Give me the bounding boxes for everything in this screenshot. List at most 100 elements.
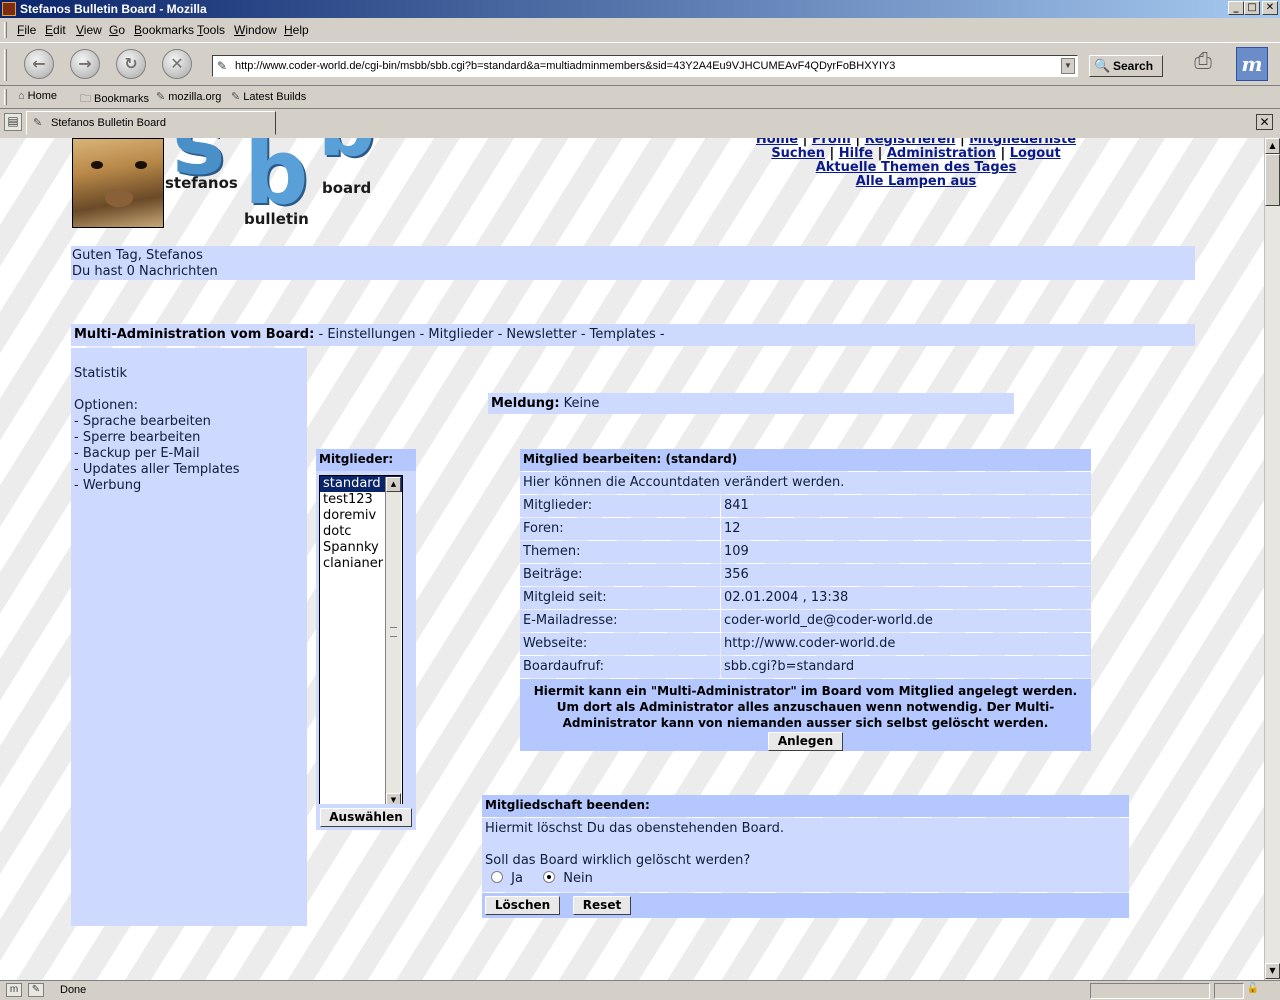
forward-button[interactable]: → [70, 49, 100, 79]
navigation-toolbar: ← → ↻ ✕ ✎ http://www.coder-world.de/cgi-… [0, 42, 1280, 86]
multi-admin-note: Hiermit kann ein "Multi-Administrator" i… [533, 684, 1078, 730]
minimize-button[interactable]: _ [1228, 1, 1244, 15]
new-tab-icon[interactable]: ▤ [4, 113, 22, 131]
end-membership-body: Hiermit löschst Du das obenstehenden Boa… [482, 818, 1129, 892]
menu-bookmarks[interactable]: Bookmarks [134, 23, 194, 37]
scroll-grip [390, 627, 397, 637]
url-bar[interactable]: ✎ http://www.coder-world.de/cgi-bin/msbb… [212, 55, 1078, 77]
bookmark-bookmarks[interactable]: 🗀 Bookmarks [80, 90, 149, 109]
menu-view[interactable]: View [76, 23, 102, 37]
sidebar-item-backup[interactable]: - Backup per E-Mail [74, 446, 304, 462]
nav-logout-link[interactable]: Logout [1010, 146, 1061, 161]
scroll-up-icon[interactable]: ▲ [1265, 138, 1280, 154]
stop-icon: ✕ [170, 54, 184, 73]
templates-link[interactable]: Templates [590, 327, 656, 342]
giraffe-eye [91, 161, 103, 169]
newsletter-link[interactable]: Newsletter [506, 327, 576, 342]
toolbar-grip[interactable] [4, 22, 7, 38]
mozilla-status-icon[interactable]: m [6, 983, 22, 997]
nav-lampen-aus-link[interactable]: Alle Lampen aus [856, 174, 977, 189]
end-membership-text: Hiermit löschst Du das obenstehenden Boa… [485, 821, 784, 836]
email-link[interactable]: coder-world_de@coder-world.de [724, 613, 933, 628]
row-value: 12 [721, 518, 1091, 540]
bookmark-bookmarks-label: Bookmarks [94, 93, 150, 105]
nav-aktuelle-themen-link[interactable]: Aktuelle Themen des Tages [816, 160, 1017, 175]
sidebar-optionen-heading: Optionen: [74, 398, 139, 413]
row-value: 841 [721, 495, 1091, 517]
menu-edit[interactable]: Edit [45, 23, 66, 37]
nav-suchen-link[interactable]: Suchen [771, 146, 825, 161]
sidebar-item-statistik[interactable]: Statistik [74, 366, 304, 382]
row-value-boardaufruf: sbb.cgi?b=standard [721, 656, 1091, 678]
boardaufruf-link[interactable]: sbb.cgi?b=standard [724, 659, 854, 674]
bookmark-latest-builds[interactable]: ✎ Latest Builds [231, 90, 306, 103]
anlegen-button[interactable]: Anlegen [768, 732, 843, 751]
close-tab-icon[interactable]: ✕ [1256, 114, 1273, 130]
table-row: Themen: 109 [520, 541, 1091, 563]
sidebar-item-sprache[interactable]: - Sprache bearbeiten [74, 414, 304, 430]
lock-icon[interactable]: 🔓 [1246, 983, 1260, 997]
url-history-dropdown-icon[interactable]: ▼ [1061, 58, 1075, 74]
loeschen-button[interactable]: Löschen [485, 896, 560, 915]
admin-sidebar: Statistik Optionen: - Sprache bearbeiten… [71, 348, 307, 926]
members-scrollbar[interactable]: ▲ ▼ [385, 477, 401, 809]
messages-count-text: Du hast 0 Nachrichten [72, 264, 218, 279]
scroll-thumb[interactable] [1265, 154, 1280, 206]
status-text: Done [60, 984, 87, 996]
nav-administration-link[interactable]: Administration [887, 146, 996, 161]
website-link[interactable]: http://www.coder-world.de [724, 636, 895, 651]
auswaehlen-button[interactable]: Auswählen [320, 808, 412, 827]
edit-member-header: Mitglied bearbeiten: (standard) [520, 449, 1091, 471]
scroll-up-icon[interactable]: ▲ [386, 477, 401, 492]
nav-separator: | [1000, 146, 1006, 161]
members-listbox[interactable]: standard test123 doremiv dotc Spannky cl… [319, 475, 403, 811]
scroll-down-icon[interactable]: ▼ [1265, 963, 1280, 979]
close-window-button[interactable]: ✕ [1262, 1, 1278, 15]
giraffe-eye [135, 161, 147, 169]
search-button-label: Search [1113, 59, 1154, 73]
row-value: 109 [721, 541, 1091, 563]
end-membership-panel: Mitgliedschaft beenden: Hiermit löschst … [482, 795, 1129, 918]
bookmark-home[interactable]: ⌂ Home [18, 90, 57, 102]
back-button[interactable]: ← [24, 49, 54, 79]
mitglieder-link[interactable]: Mitglieder [428, 327, 493, 342]
search-button[interactable]: 🔍 Search [1089, 55, 1163, 77]
row-label: Foren: [520, 518, 720, 540]
sidebar-item-sperre[interactable]: - Sperre bearbeiten [74, 430, 304, 446]
giraffe-nose [105, 189, 133, 207]
page-icon: ✎ [33, 117, 43, 129]
page-viewport: s b b stefanos board bulletin Home | Pro… [0, 138, 1264, 980]
menu-help[interactable]: Help [284, 23, 309, 37]
composer-icon[interactable]: ✎ [28, 983, 44, 997]
table-row: Mitglieder: 841 [520, 495, 1091, 517]
tab-stefanos-bulletin-board[interactable]: ✎ Stefanos Bulletin Board [26, 111, 276, 135]
row-label: Mitglieder: [520, 495, 720, 517]
menu-window[interactable]: Window [234, 23, 277, 37]
stop-button[interactable]: ✕ [162, 49, 192, 79]
radio-nein[interactable] [543, 871, 556, 883]
reset-button[interactable]: Reset [573, 896, 631, 915]
einstellungen-link[interactable]: Einstellungen [327, 327, 415, 342]
table-row: E-Mailadresse: coder-world_de@coder-worl… [520, 610, 1091, 632]
radio-ja[interactable] [491, 871, 503, 883]
bookmarks-toolbar: ⌂ Home 🗀 Bookmarks ✎ mozilla.org ✎ Latest Bu… [0, 86, 1280, 108]
menu-go[interactable]: Go [109, 23, 125, 37]
sidebar-item-werbung[interactable]: - Werbung [74, 478, 304, 494]
members-header: Mitglieder: [316, 449, 416, 471]
sidebar-item-updates[interactable]: - Updates aller Templates [74, 462, 304, 478]
toolbar-grip[interactable] [4, 49, 7, 81]
maximize-button[interactable]: □ [1244, 1, 1260, 15]
reload-button[interactable]: ↻ [116, 49, 146, 79]
menu-file[interactable]: File [17, 23, 36, 37]
separator: - [659, 327, 665, 342]
bookmark-mozilla-org[interactable]: ✎ mozilla.org [156, 90, 221, 103]
page-scrollbar[interactable]: ▲ ▼ [1264, 138, 1280, 980]
menu-tools[interactable]: Tools [197, 23, 225, 37]
print-icon[interactable]: ⎙ [1186, 49, 1220, 79]
bookmark-latest-builds-label: Latest Builds [243, 91, 307, 103]
select-button-wrap: Auswählen [316, 804, 416, 830]
toolbar-grip[interactable] [4, 89, 7, 105]
url-text[interactable]: http://www.coder-world.de/cgi-bin/msbb/s… [235, 60, 895, 72]
nav-hilfe-link[interactable]: Hilfe [839, 146, 873, 161]
forward-arrow-icon: → [78, 54, 92, 73]
